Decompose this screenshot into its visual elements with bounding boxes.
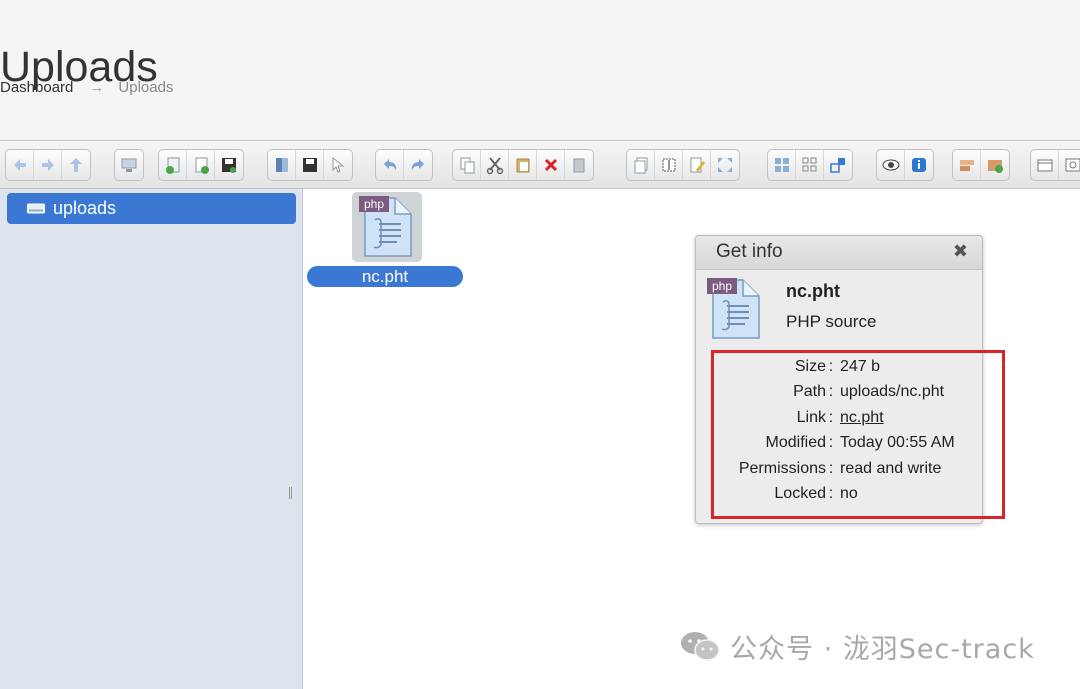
toolbar	[0, 141, 1080, 189]
places-icon	[1037, 159, 1052, 172]
navigation-sidebar: uploads	[0, 189, 303, 689]
rename-icon	[662, 158, 675, 172]
redo-icon	[411, 159, 424, 170]
info-button[interactable]	[905, 150, 933, 180]
breadcrumb-arrow-icon: →	[89, 79, 105, 96]
view-list-button[interactable]	[796, 150, 824, 180]
cut-button[interactable]	[481, 150, 509, 180]
breadcrumb: Dashboard → Uploads	[0, 78, 173, 98]
toolbar-group	[158, 149, 244, 181]
info-kind: PHP source	[786, 312, 877, 331]
edit-icon	[690, 157, 705, 173]
download-icon	[302, 158, 317, 172]
new-file-icon	[195, 157, 209, 174]
paste-button[interactable]	[509, 150, 537, 180]
places-button[interactable]	[1031, 150, 1059, 180]
sidebar-resize-handle[interactable]	[289, 487, 292, 499]
php-file-icon: php	[707, 278, 760, 339]
save-icon	[222, 158, 236, 173]
breadcrumb-current: Uploads	[118, 79, 174, 96]
watermark: 公众号 · 泷羽Sec-track	[680, 626, 1035, 666]
netmount-icon	[121, 158, 137, 172]
undo-icon	[383, 159, 396, 170]
archive-button[interactable]	[981, 150, 1009, 180]
undo-button[interactable]	[376, 150, 404, 180]
upload-button[interactable]	[159, 150, 187, 180]
file-item[interactable]: php nc.pht	[307, 192, 463, 292]
select-all-button[interactable]	[824, 150, 852, 180]
php-file-icon: php	[359, 196, 412, 257]
empty-icon	[573, 158, 585, 173]
toolbar-group	[1030, 149, 1080, 181]
paste-icon	[516, 158, 529, 173]
new-file-button[interactable]	[187, 150, 215, 180]
toolbar-group	[114, 149, 144, 181]
duplicate-button[interactable]	[627, 150, 655, 180]
cut-icon	[486, 157, 503, 175]
open-button[interactable]	[268, 150, 296, 180]
file-thumbnail[interactable]: php	[352, 192, 422, 262]
select-button[interactable]	[324, 150, 352, 180]
resize-icon	[718, 158, 732, 172]
file-badge: php	[364, 197, 384, 211]
copy-icon	[460, 157, 474, 174]
upload-icon	[165, 157, 179, 174]
search-icon	[1065, 158, 1080, 172]
redo-button[interactable]	[404, 150, 432, 180]
extract-icon	[959, 160, 974, 171]
download-button[interactable]	[296, 150, 324, 180]
toolbar-group	[767, 149, 853, 181]
toolbar-group	[375, 149, 433, 181]
preview-button[interactable]	[877, 150, 905, 180]
info-icon	[912, 158, 926, 172]
dialog-title: Get info	[716, 241, 783, 262]
view-icons-button[interactable]	[768, 150, 796, 180]
file-badge: php	[712, 279, 732, 293]
resize-button[interactable]	[711, 150, 739, 180]
archive-icon	[988, 160, 1003, 173]
toolbar-group	[952, 149, 1010, 181]
view-icons-icon	[774, 158, 789, 172]
open-icon	[275, 158, 288, 172]
back-button[interactable]	[6, 150, 34, 180]
dialog-titlebar[interactable]: Get info ✖	[696, 236, 982, 270]
delete-icon	[544, 158, 557, 172]
copy-button[interactable]	[453, 150, 481, 180]
drive-icon	[27, 203, 45, 214]
breadcrumb-dashboard-link[interactable]: Dashboard	[0, 78, 73, 98]
up-button[interactable]	[62, 150, 90, 180]
file-name[interactable]: nc.pht	[307, 266, 463, 287]
empty-button[interactable]	[565, 150, 593, 180]
netmount-button[interactable]	[115, 150, 143, 180]
watermark-text: 公众号 · 泷羽Sec-track	[730, 633, 1035, 665]
info-filename: nc.pht	[786, 281, 840, 301]
edit-button[interactable]	[683, 150, 711, 180]
toolbar-group	[452, 149, 594, 181]
select-all-icon	[830, 158, 845, 173]
preview-icon	[882, 159, 899, 171]
up-icon	[70, 158, 82, 172]
tree-item-label: uploads	[53, 198, 117, 218]
wechat-icon	[681, 632, 720, 661]
toolbar-group	[876, 149, 934, 181]
duplicate-icon	[634, 157, 647, 174]
forward-button[interactable]	[34, 150, 62, 180]
save-button[interactable]	[215, 150, 243, 180]
toolbar-group	[5, 149, 91, 181]
rename-button[interactable]	[655, 150, 683, 180]
close-icon[interactable]: ✖	[953, 241, 968, 262]
back-icon	[13, 159, 26, 171]
delete-button[interactable]	[537, 150, 565, 180]
toolbar-group	[626, 149, 740, 181]
select-icon	[332, 156, 345, 173]
forward-icon	[41, 159, 54, 171]
view-list-icon	[802, 157, 816, 172]
extract-button[interactable]	[953, 150, 981, 180]
highlight-annotation	[711, 350, 1005, 519]
toolbar-group	[267, 149, 353, 181]
tree-item-uploads[interactable]: uploads	[7, 193, 296, 224]
search-button[interactable]	[1059, 150, 1080, 180]
